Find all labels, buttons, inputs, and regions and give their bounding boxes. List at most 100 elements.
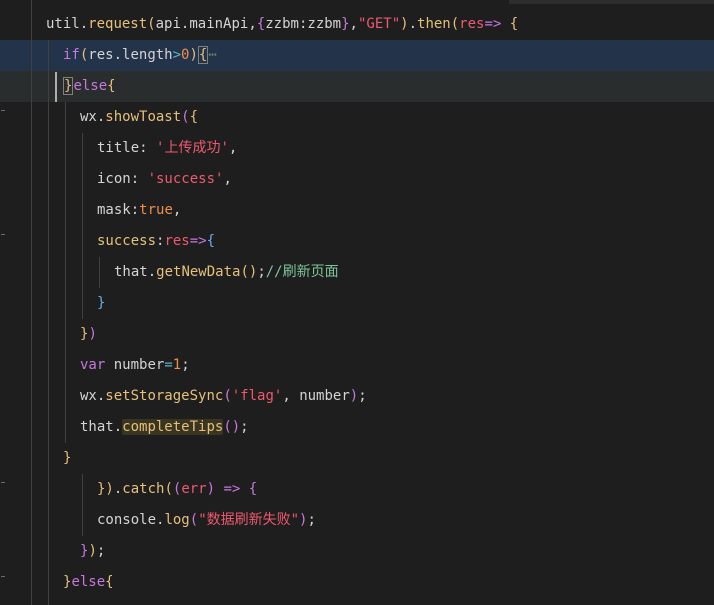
- code-token: wx: [80, 388, 97, 404]
- code-token: {: [206, 233, 216, 249]
- code-token: .: [147, 264, 157, 280]
- code-token: length: [122, 47, 173, 63]
- code-line[interactable]: title: '上传成功',: [0, 133, 714, 164]
- code-line[interactable]: wx.showToast({: [0, 102, 714, 133]
- code-line-content: }): [80, 319, 97, 350]
- code-token: api: [155, 16, 181, 32]
- code-line[interactable]: }): [0, 319, 714, 350]
- code-token: :: [130, 202, 140, 218]
- code-token: request: [88, 16, 148, 32]
- text-cursor: [55, 72, 57, 102]
- code-line[interactable]: util.request(api.mainApi,{zzbm:zzbm},"GE…: [0, 9, 714, 40]
- indent-guide: [48, 40, 49, 605]
- code-line-content: console.log("数据刷新失败");: [97, 505, 316, 536]
- code-token: ;: [257, 264, 266, 280]
- indent-guide: [99, 257, 100, 288]
- code-token: ): [189, 47, 198, 63]
- code-line-content: success:res=>{: [97, 226, 215, 257]
- code-token: ): [88, 326, 97, 342]
- code-token: wx: [80, 109, 97, 125]
- code-token: getNewData: [156, 264, 241, 280]
- indent-guide: [31, 0, 32, 605]
- code-line[interactable]: mask:true,: [0, 195, 714, 226]
- code-token: =>: [484, 16, 502, 32]
- code-token: {: [509, 16, 519, 32]
- code-token: }: [341, 16, 350, 32]
- code-token: util: [46, 16, 80, 32]
- code-token: log: [164, 512, 190, 528]
- code-token: .: [113, 47, 123, 63]
- code-editor[interactable]: util.request(api.mainApi,{zzbm:zzbm},"GE…: [0, 0, 714, 605]
- code-token: res: [459, 16, 485, 32]
- code-token: that: [114, 264, 148, 280]
- editor-top-edge: [509, 0, 714, 4]
- code-token: console: [97, 512, 157, 528]
- code-token: =>: [223, 481, 241, 497]
- code-line-content: });: [80, 536, 105, 567]
- code-line[interactable]: }else{: [0, 567, 714, 598]
- folded-region-ellipsis[interactable]: ⋯: [208, 47, 216, 63]
- code-line[interactable]: }: [0, 288, 714, 319]
- code-line[interactable]: });: [0, 536, 714, 567]
- code-token: ,: [223, 171, 232, 187]
- code-line[interactable]: that.completeTips();: [0, 412, 714, 443]
- code-line[interactable]: wx.setStorageSync('flag', number);: [0, 381, 714, 412]
- code-token: zzbm: [307, 16, 342, 32]
- code-line[interactable]: }).catch((err) => {: [0, 474, 714, 505]
- code-token: ): [349, 388, 359, 404]
- code-token: mask: [97, 202, 131, 218]
- code-token: err: [181, 481, 207, 497]
- code-token: 'success': [147, 171, 224, 187]
- code-token: 'flag': [231, 388, 283, 404]
- code-line-content: that.getNewData();//刷新页面: [114, 257, 339, 288]
- code-token: >: [172, 47, 182, 63]
- code-line-content: }else{: [63, 71, 116, 102]
- code-token: true: [139, 202, 173, 218]
- code-line[interactable]: }: [0, 443, 714, 474]
- code-line[interactable]: icon: 'success',: [0, 164, 714, 195]
- code-token: number: [299, 388, 350, 404]
- code-token: ;: [96, 543, 106, 559]
- code-token: {: [189, 109, 199, 125]
- code-token: var: [80, 357, 106, 373]
- code-line[interactable]: console.log("数据刷新失败");: [0, 505, 714, 536]
- code-token: {: [248, 481, 258, 497]
- code-token: number: [113, 357, 165, 373]
- code-token: (: [223, 388, 232, 404]
- indent-guide: [82, 474, 83, 536]
- code-line-content: that.completeTips();: [80, 412, 249, 443]
- code-line[interactable]: that.getNewData();//刷新页面: [0, 257, 714, 288]
- code-line-content: wx.setStorageSync('flag', number);: [80, 381, 367, 412]
- code-token: ,: [228, 140, 238, 156]
- code-token: (: [189, 512, 199, 528]
- code-token: success: [97, 233, 157, 249]
- code-line[interactable]: }else{: [0, 71, 714, 102]
- code-line-content: title: '上传成功',: [97, 133, 237, 164]
- code-token: icon: [97, 171, 131, 187]
- indent-guide: [65, 102, 66, 443]
- code-token: ): [400, 16, 409, 32]
- code-line[interactable]: success:res=>{: [0, 226, 714, 257]
- code-token: zzbm: [265, 16, 299, 32]
- code-token: (): [240, 264, 258, 280]
- code-token: =>: [189, 233, 207, 249]
- code-token: ;: [307, 512, 316, 528]
- code-token: :: [130, 171, 148, 187]
- code-token: else: [73, 78, 108, 94]
- code-line-content: }: [63, 443, 71, 474]
- code-line-content: icon: 'success',: [97, 164, 232, 195]
- code-token: showToast: [105, 109, 182, 125]
- code-line-content: var number=1;: [80, 350, 190, 381]
- code-token: (: [164, 481, 173, 497]
- code-line[interactable]: if(res.length>0){⋯: [0, 40, 714, 71]
- code-token: }): [97, 481, 114, 497]
- code-token: "GET": [357, 16, 401, 32]
- code-line-content: wx.showToast({: [80, 102, 198, 133]
- code-token: (: [450, 16, 460, 32]
- code-token: that: [80, 419, 114, 435]
- code-line-content: util.request(api.mainApi,{zzbm:zzbm},"GE…: [46, 9, 518, 40]
- code-line[interactable]: var number=1;: [0, 350, 714, 381]
- code-token: catch: [122, 481, 165, 497]
